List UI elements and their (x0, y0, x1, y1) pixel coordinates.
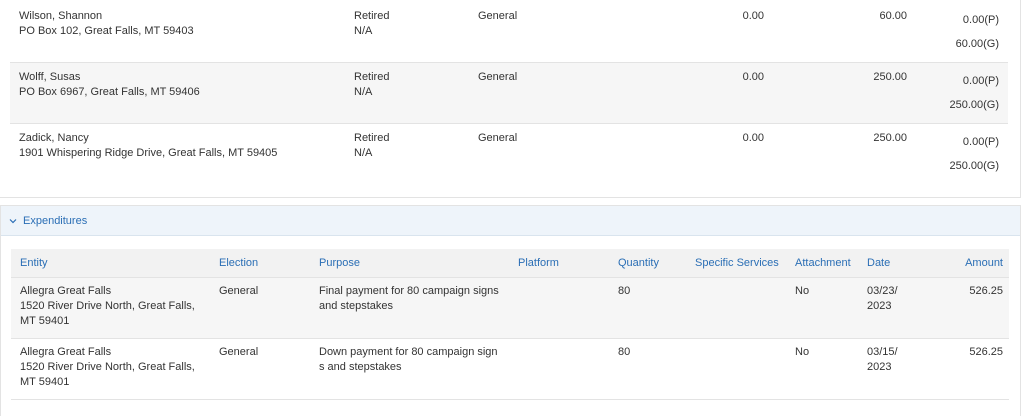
entity-address-city: MT 59401 (20, 315, 70, 327)
contributor-name: Zadick, Nancy (19, 132, 89, 144)
election-cell: General (219, 346, 259, 358)
contribution-election: General (478, 10, 518, 22)
entity-address: 1520 River Drive North, Great Falls, (20, 300, 195, 312)
purpose-text-cont: s and stepstakes (319, 361, 402, 373)
quantity-cell: 80 (618, 285, 631, 297)
attachment-cell: No (795, 346, 810, 358)
purpose-text: Final payment for 80 campaign signs (319, 285, 499, 297)
date-text: 03/15/ (867, 346, 898, 358)
contribution-general-total: 250.00(G) (949, 160, 999, 172)
purpose-cell: Down payment for 80 campaign sign s and … (319, 345, 498, 375)
contributions-section: Wilson, Shannon PO Box 102, Great Falls,… (0, 0, 1021, 198)
date-text: 03/23/ (867, 285, 898, 297)
contributor-address: PO Box 102, Great Falls, MT 59403 (19, 25, 194, 37)
date-cell: 03/15/ 2023 (867, 345, 898, 375)
table-row: Zadick, Nancy 1901 Whispering Ridge Driv… (10, 124, 1008, 185)
contributor-occupation: Retired (354, 132, 390, 144)
table-row: Allegra Great Falls 1520 River Drive Nor… (11, 278, 1009, 339)
column-header-platform[interactable]: Platform (518, 256, 559, 271)
contribution-amount: 0.00 (742, 71, 764, 83)
contributor-name: Wilson, Shannon (19, 10, 103, 22)
contributions-table: Wilson, Shannon PO Box 102, Great Falls,… (10, 2, 1008, 185)
contributor-occupation: Retired (354, 71, 390, 83)
column-header-amount[interactable]: Amount (965, 256, 1003, 271)
quantity-cell: 80 (618, 346, 631, 358)
table-header: Entity Election Purpose Platform Quantit… (11, 249, 1009, 278)
column-header-attachment[interactable]: Attachment (795, 256, 851, 271)
expenditures-table: Entity Election Purpose Platform Quantit… (11, 249, 1009, 400)
contribution-primary-total: 0.00(P) (962, 75, 999, 87)
contribution-aggregate: 60.00 (879, 10, 907, 22)
entity-name: Allegra Great Falls (20, 285, 112, 297)
contribution-election: General (478, 132, 518, 144)
date-year: 2023 (867, 300, 892, 312)
contributor-employer: N/A (354, 25, 373, 37)
entity-cell: Allegra Great Falls 1520 River Drive Nor… (20, 284, 195, 329)
amount-cell: 526.25 (969, 285, 1003, 297)
contribution-general-total: 250.00(G) (949, 99, 999, 111)
election-cell: General (219, 285, 259, 297)
expenditures-title: Expenditures (23, 214, 88, 227)
purpose-text-cont: and stepstakes (319, 300, 393, 312)
purpose-cell: Final payment for 80 campaign signs and … (319, 284, 499, 314)
expenditures-toggle[interactable]: Expenditures (1, 206, 1020, 236)
purpose-text: Down payment for 80 campaign sign (319, 346, 498, 358)
contributor-employer: N/A (354, 147, 373, 159)
contributor-employer: N/A (354, 86, 373, 98)
contributor-address: PO Box 6967, Great Falls, MT 59406 (19, 86, 200, 98)
contribution-primary-total: 0.00(P) (962, 14, 999, 26)
amount-cell: 526.25 (969, 346, 1003, 358)
contribution-election: General (478, 71, 518, 83)
chevron-down-icon (9, 216, 19, 226)
date-cell: 03/23/ 2023 (867, 284, 898, 314)
contribution-aggregate: 250.00 (873, 132, 907, 144)
column-header-quantity[interactable]: Quantity (618, 256, 659, 271)
column-header-election[interactable]: Election (219, 256, 258, 271)
column-header-purpose[interactable]: Purpose (319, 256, 360, 271)
column-header-specific-services[interactable]: Specific Services (695, 256, 779, 271)
contribution-general-total: 60.00(G) (955, 38, 999, 50)
expenditures-section: Expenditures Entity Election Purpose Pla… (0, 205, 1021, 416)
attachment-cell: No (795, 285, 810, 297)
contributor-name: Wolff, Susas (19, 71, 81, 83)
contribution-amount: 0.00 (742, 10, 764, 22)
entity-cell: Allegra Great Falls 1520 River Drive Nor… (20, 345, 195, 390)
contribution-primary-total: 0.00(P) (962, 136, 999, 148)
contribution-aggregate: 250.00 (873, 71, 907, 83)
entity-name: Allegra Great Falls (20, 346, 112, 358)
entity-address: 1520 River Drive North, Great Falls, (20, 361, 195, 373)
column-header-entity[interactable]: Entity (20, 256, 48, 271)
entity-address-city: MT 59401 (20, 376, 70, 388)
date-year: 2023 (867, 361, 892, 373)
contribution-amount: 0.00 (742, 132, 764, 144)
table-row: Wilson, Shannon PO Box 102, Great Falls,… (10, 2, 1008, 63)
column-header-date[interactable]: Date (867, 256, 890, 271)
contributor-occupation: Retired (354, 10, 390, 22)
table-row: Allegra Great Falls 1520 River Drive Nor… (11, 339, 1009, 400)
table-row: Wolff, Susas PO Box 6967, Great Falls, M… (10, 63, 1008, 124)
contributor-address: 1901 Whispering Ridge Drive, Great Falls… (19, 147, 278, 159)
